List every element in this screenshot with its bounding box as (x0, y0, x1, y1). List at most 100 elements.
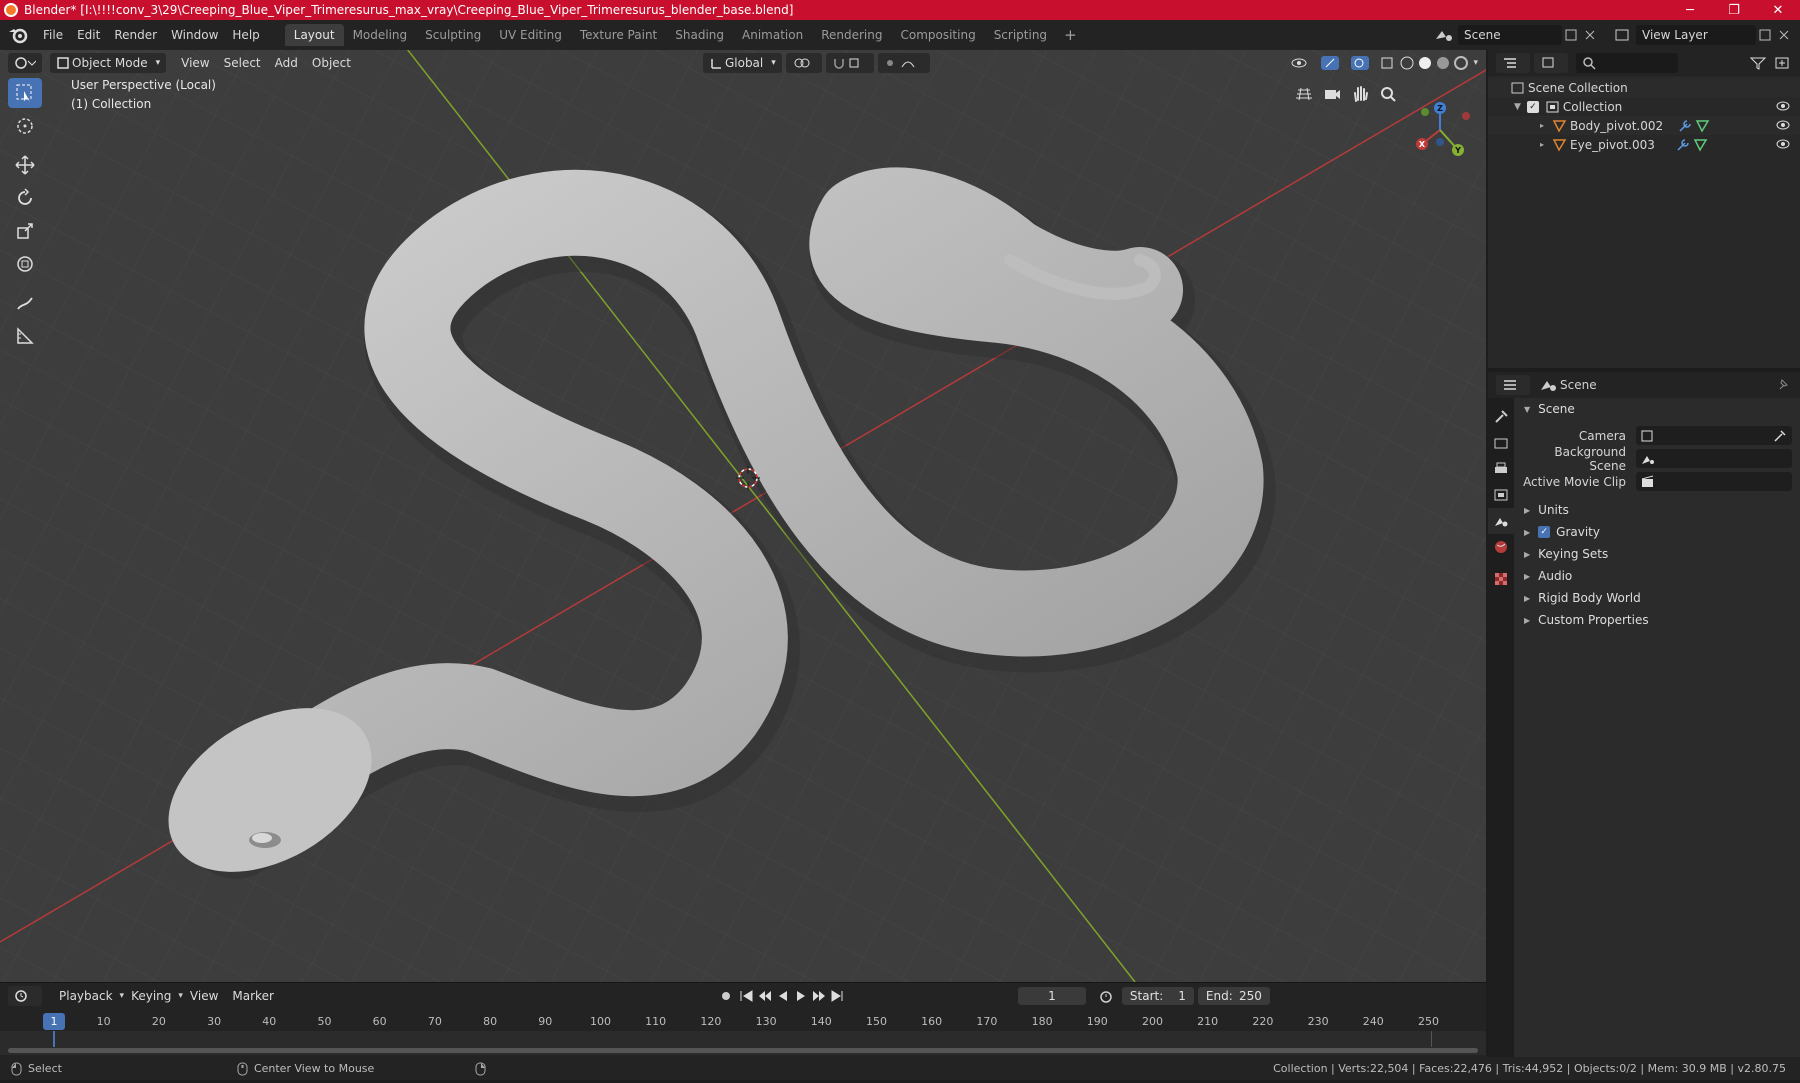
viewport-menu-select[interactable]: Select (217, 56, 268, 70)
pin-icon[interactable] (1774, 377, 1794, 393)
menu-help[interactable]: Help (225, 25, 266, 45)
tab-output[interactable] (1488, 456, 1514, 482)
record-icon[interactable] (716, 988, 738, 1004)
panel-custom-properties-header[interactable]: ▶ Custom Properties (1516, 609, 1800, 631)
overlays-toggle-icon[interactable] (1349, 55, 1379, 71)
wireframe-shading-icon[interactable] (1399, 55, 1417, 71)
view-layer-field[interactable]: View Layer (1636, 25, 1756, 45)
tab-tool[interactable] (1488, 404, 1514, 430)
tab-animation[interactable]: Animation (733, 24, 812, 46)
play-reverse-icon[interactable] (774, 988, 792, 1004)
tab-scripting[interactable]: Scripting (985, 24, 1056, 46)
outliner-row-eye-pivot[interactable]: ▸ Eye_pivot.003 (1488, 135, 1800, 154)
outliner-editor-type-button[interactable] (1496, 53, 1530, 73)
annotate-tool[interactable] (8, 288, 42, 318)
jump-start-icon[interactable] (738, 988, 756, 1004)
collection-exclude-checkbox[interactable]: ✓ (1526, 100, 1539, 113)
menu-file[interactable]: File (36, 25, 70, 45)
menu-edit[interactable]: Edit (70, 25, 107, 45)
tab-world[interactable] (1488, 534, 1514, 560)
jump-end-icon[interactable] (828, 988, 846, 1004)
timeline-ruler[interactable]: 1 10 20 30 40 50 60 70 80 90 100 110 120 130 140 150 160… (0, 1013, 1486, 1031)
timeline-menu-keying[interactable]: Keying (124, 989, 178, 1003)
delete-scene-icon[interactable] (1582, 27, 1598, 43)
toggle-camera-view-button[interactable] (1290, 80, 1318, 108)
timeline-menu-view[interactable]: View (183, 989, 225, 1003)
viewport-menu-view[interactable]: View (174, 56, 216, 70)
panel-units-header[interactable]: ▶ Units (1516, 499, 1800, 521)
eyedropper-icon[interactable] (1772, 429, 1788, 443)
modifier-wrench-icon[interactable] (1677, 119, 1695, 133)
minimize-button[interactable]: ─ (1668, 0, 1712, 20)
start-frame-field[interactable]: Start: 1 (1121, 987, 1194, 1005)
camera-field[interactable] (1636, 426, 1792, 445)
scene-name-field[interactable]: Scene (1458, 25, 1562, 45)
tab-shading[interactable]: Shading (666, 24, 733, 46)
neg-y-axis-handle[interactable] (1421, 108, 1429, 116)
timeline-editor-type-button[interactable] (8, 986, 42, 1006)
measure-tool[interactable] (8, 321, 42, 351)
transform-tool[interactable] (8, 249, 42, 279)
solid-shading-icon[interactable] (1417, 55, 1435, 71)
delete-view-layer-icon[interactable] (1776, 27, 1792, 43)
eye-visibility-icon[interactable] (1776, 100, 1790, 112)
tab-scene[interactable] (1488, 508, 1514, 534)
3d-viewport[interactable]: Object Mode ▾ View Select Add Object Glo… (0, 50, 1486, 982)
viewport-menu-add[interactable]: Add (268, 56, 305, 70)
timeline-menu-playback[interactable]: Playback (52, 989, 120, 1003)
snap-button[interactable] (825, 53, 874, 73)
panel-keying-sets-header[interactable]: ▶ Keying Sets (1516, 543, 1800, 565)
outliner-row-body-pivot[interactable]: ▸ Body_pivot.002 (1488, 116, 1800, 135)
gravity-checkbox[interactable]: ✓ (1538, 526, 1551, 538)
tab-uv-editing[interactable]: UV Editing (490, 24, 571, 46)
timeline-keyframe-area[interactable] (0, 1031, 1486, 1055)
material-shading-icon[interactable] (1435, 55, 1453, 71)
stopwatch-icon[interactable] (1094, 988, 1118, 1004)
camera-view-button[interactable] (1318, 80, 1346, 108)
play-icon[interactable] (792, 988, 810, 1004)
tab-modeling[interactable]: Modeling (344, 24, 417, 46)
eye-visibility-icon[interactable] (1776, 119, 1790, 131)
pan-view-button[interactable] (1346, 80, 1374, 108)
panel-audio-header[interactable]: ▶ Audio (1516, 565, 1800, 587)
transform-orientation-selector[interactable]: Global ▾ (702, 53, 782, 73)
jump-keyframe-forward-icon[interactable] (810, 988, 828, 1004)
outliner-row-scene-collection[interactable]: Scene Collection (1488, 78, 1800, 97)
menu-window[interactable]: Window (164, 25, 225, 45)
select-box-tool[interactable] (8, 78, 42, 108)
tab-view-layer[interactable] (1488, 482, 1514, 508)
current-frame-field[interactable]: 1 (1017, 987, 1086, 1005)
tab-compositing[interactable]: Compositing (891, 24, 984, 46)
new-collection-icon[interactable] (1772, 55, 1796, 71)
active-movie-clip-field[interactable] (1636, 472, 1792, 491)
tab-rendering[interactable]: Rendering (812, 24, 891, 46)
rendered-shading-icon[interactable] (1453, 55, 1471, 71)
axis-navigation-gizmo[interactable]: X Y Z (1400, 90, 1480, 170)
timeline-scrollbar[interactable] (8, 1048, 1478, 1053)
panel-gravity-header[interactable]: ▶ ✓ Gravity (1516, 521, 1800, 543)
blender-logo-icon[interactable] (8, 26, 30, 44)
editor-type-button[interactable] (8, 53, 42, 73)
gizmo-toggle-icon[interactable] (1319, 55, 1349, 71)
expand-triangle-icon[interactable]: ▼ (1514, 102, 1521, 112)
properties-editor-type-button[interactable] (1496, 375, 1530, 395)
end-frame-field[interactable]: End: 250 (1197, 987, 1270, 1005)
tab-sculpting[interactable]: Sculpting (416, 24, 490, 46)
maximize-button[interactable]: ❐ (1712, 0, 1756, 20)
outliner-search-input[interactable] (1576, 53, 1678, 73)
eye-visibility-icon[interactable] (1776, 138, 1790, 150)
tab-texture-paint[interactable]: Texture Paint (571, 24, 666, 46)
panel-rigid-body-world-header[interactable]: ▶ Rigid Body World (1516, 587, 1800, 609)
modifier-wrench-icon[interactable] (1675, 138, 1693, 152)
new-view-layer-icon[interactable] (1756, 27, 1776, 43)
view-layer-selector[interactable]: View Layer (1612, 24, 1800, 46)
scene-selector[interactable]: Scene (1432, 24, 1600, 46)
menu-render[interactable]: Render (107, 25, 164, 45)
zoom-view-button[interactable] (1374, 80, 1402, 108)
viewport-menu-object[interactable]: Object (305, 56, 358, 70)
add-workspace-button[interactable]: + (1056, 24, 1085, 46)
filter-icon[interactable] (1748, 55, 1772, 71)
expand-triangle-icon[interactable]: ▸ (1540, 140, 1544, 149)
background-scene-field[interactable] (1636, 449, 1792, 468)
proportional-editing-button[interactable] (877, 53, 930, 73)
